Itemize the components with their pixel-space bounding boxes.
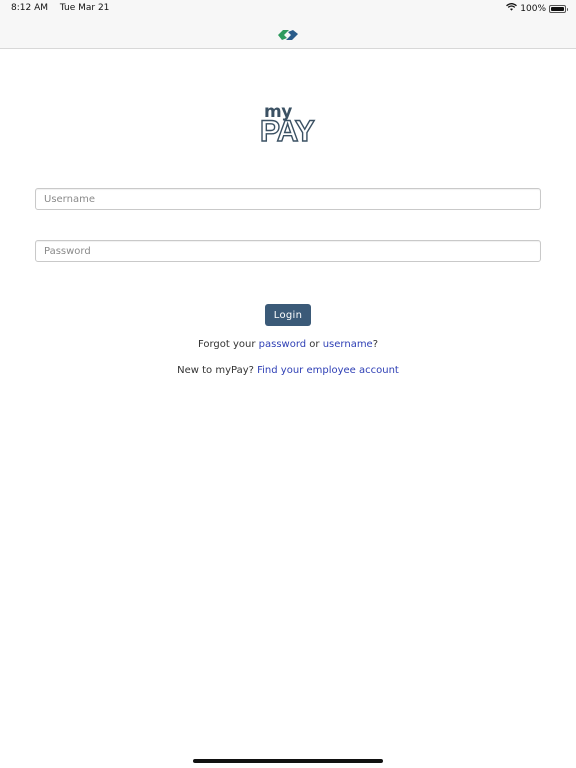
new-user-line: New to myPay? Find your employee account [0,365,576,376]
wifi-icon [506,3,518,14]
status-date: Tue Mar 21 [59,3,110,13]
status-right: 100% [506,3,568,14]
password-input[interactable] [35,240,541,262]
home-indicator [193,759,383,763]
login-button[interactable]: Login [265,304,311,326]
nav-bar [0,17,576,49]
status-bar: 8:12 AM Tue Mar 21 100% [0,0,576,17]
battery-fill [551,6,564,11]
username-input[interactable] [35,188,541,210]
forgot-credentials-line: Forgot your password or username? [0,339,576,350]
forgot-suffix: ? [372,339,379,350]
status-left: 8:12 AM Tue Mar 21 [11,3,109,13]
forgot-password-link[interactable]: password [259,339,306,350]
battery-icon [549,4,568,13]
status-time: 8:12 AM [11,3,48,13]
company-logo-icon [278,26,298,45]
logo-pay-text: PAY [259,114,315,148]
new-prefix: New to myPay? [177,365,258,376]
battery-percent: 100% [520,3,546,14]
forgot-prefix: Forgot your [197,339,259,350]
forgot-or: or [306,339,323,350]
mypay-logo: my PAY [258,102,322,150]
forgot-username-link[interactable]: username [323,339,373,350]
find-employee-account-link[interactable]: Find your employee account [257,365,399,376]
